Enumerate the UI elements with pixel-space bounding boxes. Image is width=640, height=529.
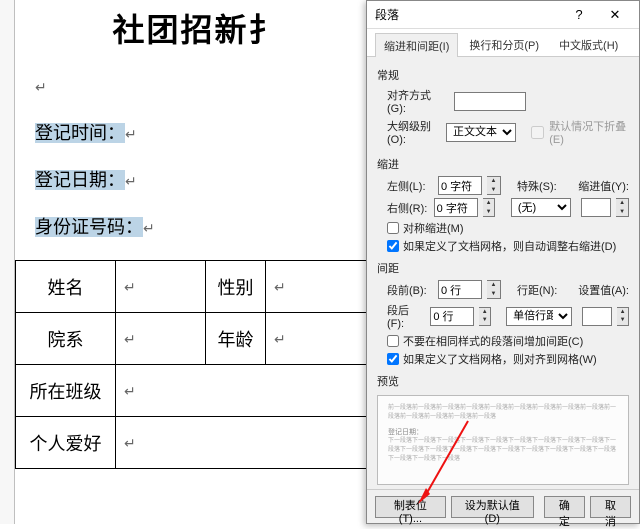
spin-before[interactable]: ▲▼ — [487, 280, 501, 299]
check-snap-grid[interactable] — [387, 353, 399, 365]
label-before: 段前(B): — [387, 282, 433, 298]
doc-body: ↵ 登记时间：↵ 登记日期：↵ 身份证号码：↵ — [15, 51, 380, 251]
spin-by[interactable]: ▲▼ — [616, 198, 629, 217]
input-by[interactable] — [581, 198, 611, 217]
select-line[interactable]: 单倍行距 — [506, 307, 572, 326]
preview-box: 前一段落前一段落前一段落前一段落前一段落前一段落前一段落前一段落前一段落前一段落… — [377, 395, 629, 485]
spin-left[interactable]: ▲▼ — [487, 176, 501, 195]
input-at[interactable] — [582, 307, 612, 326]
check-mirror[interactable] — [387, 222, 399, 234]
check-grid-indent[interactable] — [387, 240, 399, 252]
label-mirror: 对称缩进(M) — [403, 220, 464, 236]
form-table: 姓名 ↵ 性别 ↵ 院系 ↵ 年龄 ↵ 所在班级 ↵ 个人爱好 ↵ — [15, 260, 395, 469]
check-no-space[interactable] — [387, 335, 399, 347]
cell-age: 年龄 — [206, 313, 266, 365]
label-at: 设置值(A): — [578, 282, 629, 298]
cell-dept: 院系 — [16, 313, 116, 365]
label-collapse: 默认情况下折叠(E) — [549, 118, 629, 146]
spin-right[interactable]: ▲▼ — [483, 198, 496, 217]
cell-gender: 性别 — [206, 261, 266, 313]
input-after[interactable] — [430, 307, 474, 326]
select-alignment[interactable]: 两端对齐 — [454, 92, 526, 111]
input-before[interactable] — [438, 280, 482, 299]
input-left-indent[interactable] — [438, 176, 482, 195]
group-spacing: 间距 — [377, 260, 629, 276]
close-button[interactable]: ✕ — [597, 1, 633, 29]
input-right-indent[interactable] — [434, 198, 478, 217]
label-after: 段后(F): — [387, 302, 425, 330]
help-button[interactable]: ? — [561, 1, 597, 29]
tab-indent-spacing[interactable]: 缩进和间距(I) — [375, 33, 458, 57]
select-outline[interactable]: 正文文本 — [446, 123, 516, 142]
line-id: 身份证号码： — [35, 217, 143, 237]
line-reg-time: 登记时间： — [35, 123, 125, 143]
cell-class: 所在班级 — [16, 365, 116, 417]
label-left-indent: 左侧(L): — [387, 178, 433, 194]
label-no-space: 不要在相同样式的段落间增加间距(C) — [403, 333, 583, 349]
paragraph-dialog: 段落 ? ✕ 缩进和间距(I) 换行和分页(P) 中文版式(H) 常规 对齐方式… — [366, 0, 640, 524]
label-alignment: 对齐方式(G): — [387, 87, 449, 115]
group-indent: 缩进 — [377, 156, 629, 172]
label-snap-grid: 如果定义了文档网格，则对齐到网格(W) — [403, 351, 597, 367]
group-general: 常规 — [377, 67, 629, 83]
label-by: 缩进值(Y): — [578, 178, 629, 194]
label-special: 特殊(S): — [517, 178, 563, 194]
spin-after[interactable]: ▲▼ — [479, 307, 491, 326]
label-outline: 大纲级别(O): — [387, 118, 441, 146]
line-reg-date: 登记日期： — [35, 170, 125, 190]
tab-chinese[interactable]: 中文版式(H) — [550, 32, 627, 56]
label-line: 行距(N): — [517, 282, 563, 298]
label-grid-indent: 如果定义了文档网格，则自动调整右缩进(D) — [403, 238, 616, 254]
doc-title: 社团招新扌 — [15, 0, 380, 51]
label-right-indent: 右侧(R): — [387, 200, 429, 216]
ok-button[interactable]: 确定 — [544, 496, 585, 518]
spin-at[interactable]: ▲▼ — [617, 307, 629, 326]
cell-name: 姓名 — [16, 261, 116, 313]
tabs-button[interactable]: 制表位(T)... — [375, 496, 446, 518]
group-preview: 预览 — [377, 373, 629, 389]
select-special[interactable]: (无) — [511, 198, 571, 217]
cancel-button[interactable]: 取消 — [590, 496, 631, 518]
tab-line-page[interactable]: 换行和分页(P) — [460, 32, 548, 56]
default-button[interactable]: 设为默认值(D) — [451, 496, 534, 518]
cell-hobby: 个人爱好 — [16, 417, 116, 469]
check-collapse — [531, 126, 544, 139]
dialog-title: 段落 — [375, 6, 561, 23]
